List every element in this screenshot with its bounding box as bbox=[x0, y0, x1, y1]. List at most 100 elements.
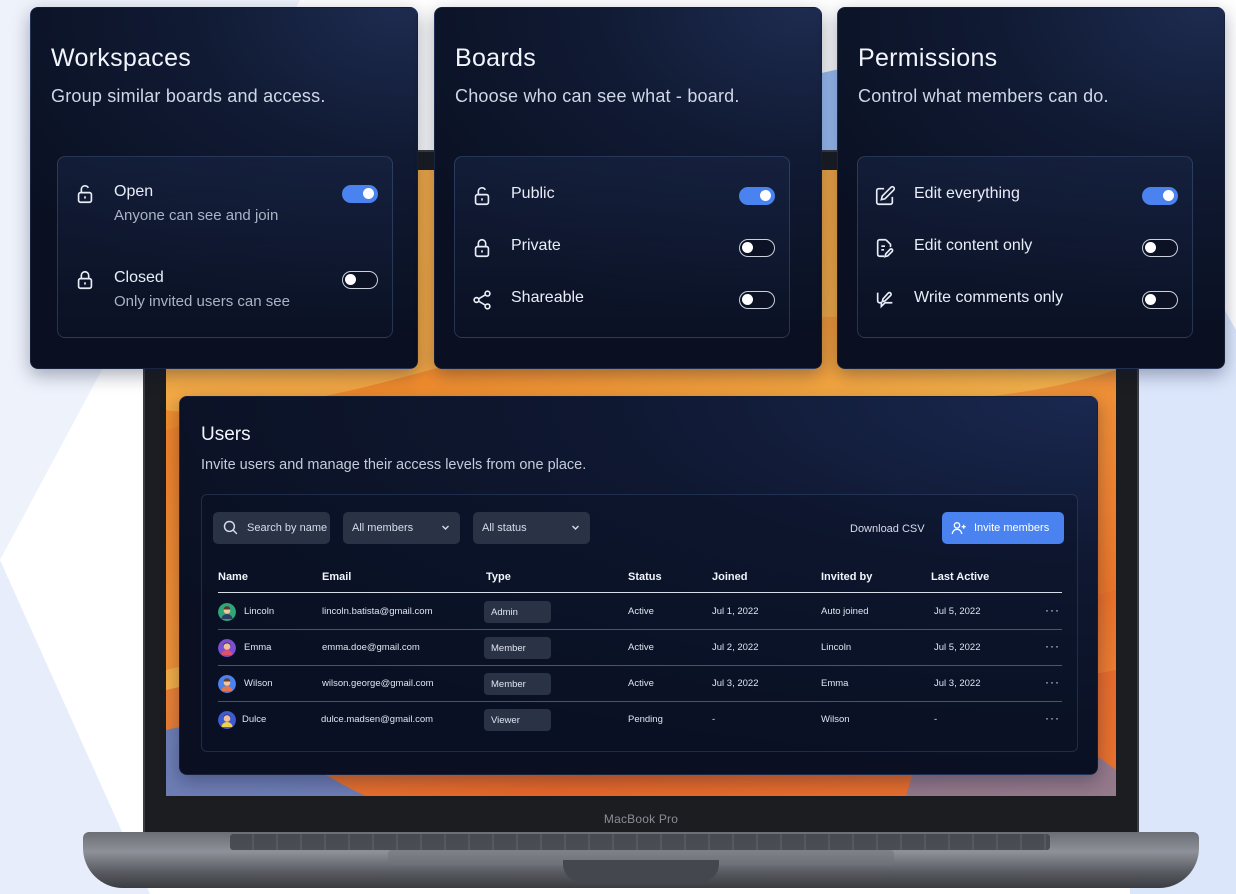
user-status: Pending bbox=[628, 714, 663, 725]
card-title: Workspaces bbox=[51, 44, 192, 72]
user-name: Emma bbox=[244, 642, 272, 653]
users-title: Users bbox=[201, 424, 251, 445]
user-invited-by: Lincoln bbox=[821, 642, 852, 653]
option-label: Edit content only bbox=[914, 237, 1033, 254]
option-description: Only invited users can see bbox=[114, 293, 290, 310]
edit-icon bbox=[874, 185, 896, 207]
col-joined: Joined bbox=[712, 571, 748, 583]
edit-content-toggle[interactable] bbox=[1142, 239, 1178, 257]
share-icon bbox=[471, 289, 493, 311]
more-options-icon[interactable]: ··· bbox=[1045, 675, 1060, 689]
laptop-brand-label: MacBook Pro bbox=[603, 812, 679, 826]
option-open: Open Anyone can see and join bbox=[58, 173, 392, 224]
option-write-comments: Write comments only bbox=[858, 279, 1192, 319]
document-edit-icon bbox=[874, 237, 896, 259]
lock-icon bbox=[74, 269, 96, 291]
option-label: Closed bbox=[114, 269, 164, 286]
search-icon bbox=[223, 520, 238, 535]
option-edit-content: Edit content only bbox=[858, 227, 1192, 267]
search-input[interactable]: Search by name bbox=[213, 512, 330, 544]
laptop-notch bbox=[563, 860, 719, 882]
users-subtitle: Invite users and manage their access lev… bbox=[201, 457, 587, 473]
option-label: Shareable bbox=[511, 289, 584, 306]
user-type-select[interactable]: Viewer bbox=[484, 709, 551, 731]
download-csv-button[interactable]: Download CSV bbox=[850, 523, 925, 535]
edit-everything-toggle[interactable] bbox=[1142, 187, 1178, 205]
col-invited-by: Invited by bbox=[821, 571, 873, 583]
avatar bbox=[218, 603, 236, 621]
card-title: Boards bbox=[455, 44, 537, 72]
user-name: Lincoln bbox=[244, 606, 275, 617]
card-subtitle: Choose who can see what - board. bbox=[455, 86, 740, 106]
more-options-icon[interactable]: ··· bbox=[1045, 711, 1060, 725]
permission-options: Edit everything Edit content only Write … bbox=[857, 156, 1193, 338]
permissions-card: Permissions Control what members can do.… bbox=[837, 7, 1225, 369]
table-row[interactable]: Lincoln lincoln.batista@gmail.com Admin … bbox=[218, 594, 1062, 630]
users-panel: Users Invite users and manage their acce… bbox=[179, 396, 1098, 775]
private-toggle[interactable] bbox=[739, 239, 775, 257]
table-header: Name Email Type Status Joined Invited by… bbox=[218, 571, 1062, 593]
card-subtitle: Control what members can do. bbox=[858, 86, 1109, 106]
workspace-options: Open Anyone can see and join Closed Only… bbox=[57, 156, 393, 338]
lock-icon bbox=[471, 237, 493, 259]
option-label: Private bbox=[511, 237, 561, 254]
chevron-down-icon bbox=[572, 525, 579, 530]
closed-toggle[interactable] bbox=[342, 271, 378, 289]
workspaces-card: Workspaces Group similar boards and acce… bbox=[30, 7, 418, 369]
user-joined: Jul 3, 2022 bbox=[712, 678, 759, 689]
table-row[interactable]: Emma emma.doe@gmail.com Member Active Ju… bbox=[218, 630, 1062, 666]
col-name: Name bbox=[218, 571, 248, 583]
status-filter-select[interactable]: All status bbox=[473, 512, 590, 544]
option-label: Public bbox=[511, 185, 555, 202]
table-row[interactable]: Wilson wilson.george@gmail.com Member Ac… bbox=[218, 666, 1062, 702]
add-user-icon bbox=[951, 522, 966, 535]
shareable-toggle[interactable] bbox=[739, 291, 775, 309]
public-toggle[interactable] bbox=[739, 187, 775, 205]
invite-members-button[interactable]: Invite members bbox=[942, 512, 1064, 544]
user-last-active: Jul 5, 2022 bbox=[934, 642, 981, 653]
user-email: lincoln.batista@gmail.com bbox=[322, 606, 433, 617]
user-name: Wilson bbox=[244, 678, 273, 689]
user-type-select[interactable]: Member bbox=[484, 673, 551, 695]
user-status: Active bbox=[628, 606, 654, 617]
members-filter-select[interactable]: All members bbox=[343, 512, 460, 544]
members-filter-value: All members bbox=[352, 522, 414, 534]
user-email: dulce.madsen@gmail.com bbox=[321, 714, 434, 725]
option-private: Private bbox=[455, 227, 789, 267]
col-status: Status bbox=[628, 571, 662, 583]
user-invited-by: Emma bbox=[821, 678, 849, 689]
user-email: emma.doe@gmail.com bbox=[322, 642, 420, 653]
option-edit-everything: Edit everything bbox=[858, 175, 1192, 215]
option-label: Write comments only bbox=[914, 289, 1064, 306]
option-description: Anyone can see and join bbox=[114, 207, 279, 224]
user-joined: - bbox=[712, 714, 716, 725]
comment-edit-icon bbox=[874, 289, 896, 311]
avatar bbox=[218, 639, 236, 657]
option-closed: Closed Only invited users can see bbox=[58, 259, 392, 310]
option-shareable: Shareable bbox=[455, 279, 789, 319]
user-last-active: Jul 3, 2022 bbox=[934, 678, 981, 689]
boards-card: Boards Choose who can see what - board. … bbox=[434, 7, 822, 369]
avatar bbox=[218, 675, 236, 693]
table-row[interactable]: Dulce dulce.madsen@gmail.com Viewer Pend… bbox=[218, 702, 1062, 738]
user-joined: Jul 2, 2022 bbox=[712, 642, 759, 653]
user-last-active: - bbox=[934, 714, 938, 725]
write-comments-toggle[interactable] bbox=[1142, 291, 1178, 309]
user-type-select[interactable]: Admin bbox=[484, 601, 551, 623]
card-subtitle: Group similar boards and access. bbox=[51, 86, 326, 106]
search-placeholder: Search by name bbox=[247, 522, 328, 534]
open-toggle[interactable] bbox=[342, 185, 378, 203]
user-type-select[interactable]: Member bbox=[484, 637, 551, 659]
user-invited-by: Auto joined bbox=[821, 606, 869, 617]
col-last-active: Last Active bbox=[931, 571, 990, 583]
invite-label: Invite members bbox=[974, 522, 1050, 534]
more-options-icon[interactable]: ··· bbox=[1045, 603, 1060, 617]
user-email: wilson.george@gmail.com bbox=[322, 678, 434, 689]
card-title: Permissions bbox=[858, 44, 998, 72]
users-table-container: Search by name All members All status Do… bbox=[201, 494, 1078, 752]
user-status: Active bbox=[628, 678, 654, 689]
user-name: Dulce bbox=[242, 714, 267, 725]
user-last-active: Jul 5, 2022 bbox=[934, 606, 981, 617]
more-options-icon[interactable]: ··· bbox=[1045, 639, 1060, 653]
status-filter-value: All status bbox=[482, 522, 527, 534]
